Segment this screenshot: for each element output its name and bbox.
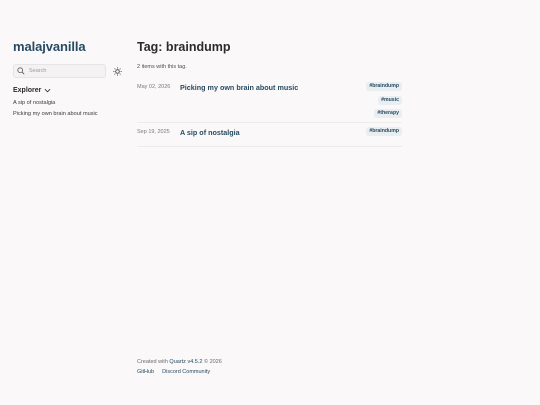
theme-toggle-button[interactable]: [112, 66, 122, 76]
footer: Created with Quartz v4.5.2 © 2026 GitHub…: [137, 357, 222, 377]
tag-braindump[interactable]: #braindump: [366, 127, 402, 136]
post-title-link[interactable]: A sip of nostalgia: [180, 128, 240, 137]
footer-credit: Created with Quartz v4.5.2 © 2026: [137, 357, 222, 367]
chevron-down-icon: [44, 88, 51, 93]
footer-copyright: © 2026: [203, 359, 222, 365]
post-row: Sep 19, 2025 A sip of nostalgia: [137, 127, 402, 137]
github-link[interactable]: GitHub: [137, 367, 154, 377]
site-title[interactable]: malajvanilla: [13, 38, 125, 56]
post-tags: #braindump: [366, 127, 402, 141]
post-date: Sep 19, 2025: [137, 129, 170, 135]
footer-links: GitHub Discord Community: [137, 367, 222, 377]
explorer-item-a-sip-of-nostalgia[interactable]: A sip of nostalgia: [13, 98, 125, 109]
left-sidebar: malajvanilla Search Explorer A sip of no…: [13, 38, 125, 120]
tag-therapy[interactable]: #therapy: [374, 109, 402, 118]
list-item: Sep 19, 2025 A sip of nostalgia #braindu…: [137, 123, 402, 147]
search-placeholder: Search: [29, 68, 47, 74]
tag-braindump[interactable]: #braindump: [366, 82, 402, 91]
explorer-item-picking-my-own-brain[interactable]: Picking my own brain about music: [13, 109, 125, 120]
post-row: May 02, 2026 Picking my own brain about …: [137, 82, 402, 92]
sun-icon: [112, 66, 122, 76]
explorer-list: A sip of nostalgia Picking my own brain …: [13, 98, 125, 120]
search-icon: [17, 67, 25, 75]
item-count: 2 items with this tag.: [137, 64, 187, 70]
explorer-toggle[interactable]: Explorer: [13, 87, 125, 94]
post-date: May 02, 2026: [137, 84, 171, 90]
main-content: Tag: braindump 2 items with this tag. Ma…: [137, 38, 402, 147]
post-list: May 02, 2026 Picking my own brain about …: [137, 82, 402, 147]
search-input[interactable]: Search: [13, 64, 106, 78]
quartz-link[interactable]: Quartz v4.5.2: [169, 359, 202, 365]
post-tags: #braindump #music #therapy: [366, 82, 402, 123]
discord-link[interactable]: Discord Community: [162, 367, 210, 377]
post-title-link[interactable]: Picking my own brain about music: [180, 83, 298, 92]
list-item: May 02, 2026 Picking my own brain about …: [137, 82, 402, 123]
footer-created-prefix: Created with: [137, 359, 168, 365]
tag-music[interactable]: #music: [378, 95, 402, 105]
search-row: Search: [13, 64, 125, 78]
page-title: Tag: braindump: [137, 40, 231, 54]
explorer-title: Explorer: [13, 87, 42, 94]
